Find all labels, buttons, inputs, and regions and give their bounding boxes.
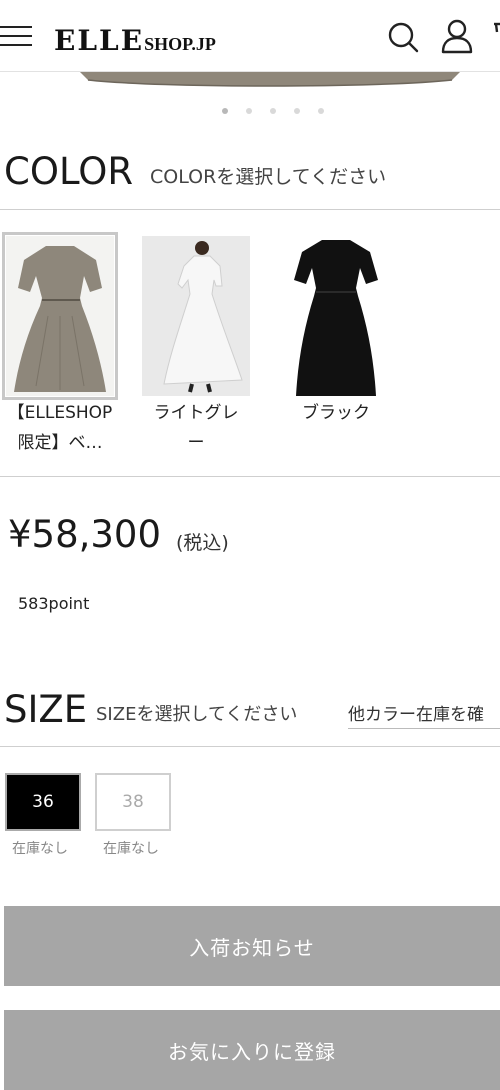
stock-status: 在庫なし: [103, 841, 159, 857]
color-swatch-light-grey[interactable]: [142, 236, 250, 396]
color-label-line: ブラック: [302, 403, 370, 423]
size-option-38[interactable]: 38: [95, 773, 171, 831]
site-header: ELLESHOP.JP: [0, 0, 500, 72]
color-label: 【ELLESHOP 限定】ベ…: [4, 398, 116, 458]
search-icon[interactable]: [386, 20, 420, 54]
divider: [0, 476, 500, 477]
size-section-title: SIZE: [4, 688, 88, 731]
color-section-title: COLOR: [4, 150, 134, 193]
color-label-line: ライトグレ: [153, 403, 239, 423]
color-label: ライトグレ ー: [140, 398, 252, 458]
divider: [0, 746, 500, 747]
carousel-dot[interactable]: [270, 108, 276, 114]
tax-label: (税込): [176, 532, 229, 554]
user-icon[interactable]: [440, 18, 474, 54]
restock-notify-button[interactable]: 入荷お知らせ: [4, 906, 500, 986]
logo-main: ELLE: [54, 24, 145, 57]
color-hint: COLORを選択してください: [150, 166, 387, 188]
product-price: ¥58,300: [8, 513, 162, 556]
color-label: ブラック: [280, 398, 392, 428]
menu-icon[interactable]: [0, 24, 32, 48]
divider: [0, 209, 500, 210]
reward-points: 583point: [18, 594, 90, 613]
site-logo[interactable]: ELLESHOP.JP: [54, 24, 216, 57]
carousel-dot[interactable]: [222, 108, 228, 114]
color-label-line: 限定】ベ…: [17, 433, 103, 453]
logo-sub: SHOP.JP: [144, 34, 216, 54]
carousel-dot[interactable]: [318, 108, 324, 114]
color-swatch-beige[interactable]: [2, 232, 118, 400]
carousel-dot[interactable]: [294, 108, 300, 114]
color-label-line: 【ELLESHOP: [7, 403, 113, 423]
size-hint: SIZEを選択してください: [96, 704, 298, 725]
carousel-dot[interactable]: [246, 108, 252, 114]
add-to-favorites-button[interactable]: お気に入りに登録: [4, 1010, 500, 1090]
cart-icon[interactable]: [488, 18, 500, 54]
stock-status: 在庫なし: [12, 841, 68, 857]
other-color-stock-link[interactable]: 他カラー在庫を確: [348, 700, 500, 729]
size-option-36[interactable]: 36: [5, 773, 81, 831]
color-label-line: ー: [187, 433, 205, 453]
product-image-edge: [80, 72, 460, 92]
color-swatch-black[interactable]: [282, 236, 390, 396]
